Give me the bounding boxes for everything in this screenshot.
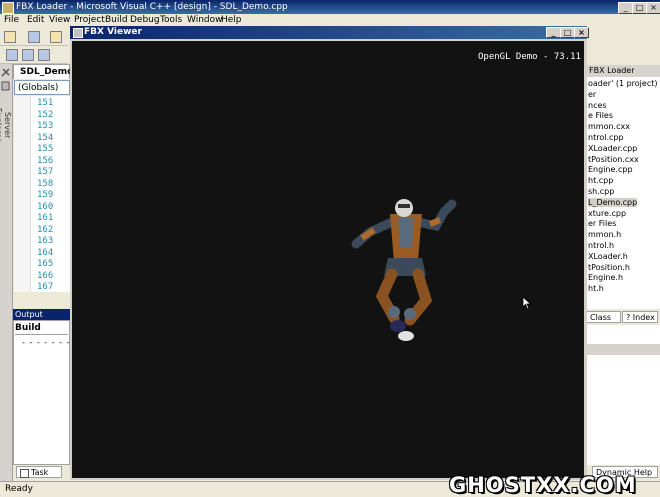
solution-tree-item[interactable]: L_Demo.cpp bbox=[588, 197, 638, 207]
solution-tree-item[interactable]: nces bbox=[588, 101, 607, 110]
scope-dropdown[interactable]: (Globals) bbox=[14, 80, 70, 95]
open-folder-icon[interactable] bbox=[50, 31, 62, 43]
solution-tree-item[interactable]: ht.h bbox=[588, 284, 604, 293]
opengl-viewport[interactable] bbox=[72, 41, 584, 478]
viewer-title: FBX Viewer bbox=[84, 27, 142, 37]
solution-tree-item[interactable]: er Files bbox=[588, 219, 616, 228]
line-number: 155 bbox=[37, 144, 54, 154]
solution-tree-item[interactable]: oader' (1 project) bbox=[588, 79, 657, 88]
add-item-icon[interactable] bbox=[28, 31, 40, 43]
solution-tree-item[interactable]: tPosition.h bbox=[588, 263, 630, 272]
menu-debug[interactable]: Debug bbox=[130, 15, 160, 25]
outdent-icon[interactable] bbox=[22, 49, 34, 61]
line-number: 167 bbox=[37, 282, 54, 292]
menu-project[interactable]: Project bbox=[74, 15, 105, 25]
menu-edit[interactable]: Edit bbox=[27, 15, 44, 25]
viewer-title-bar[interactable]: FBX Viewer _ □ × bbox=[70, 26, 589, 39]
output-build-label: Build bbox=[15, 323, 41, 333]
line-number: 159 bbox=[37, 190, 54, 200]
menu-build[interactable]: Build bbox=[105, 15, 128, 25]
task-list-tab[interactable]: Task List bbox=[16, 466, 62, 489]
line-number: 162 bbox=[37, 224, 54, 235]
menu-window[interactable]: Window bbox=[187, 15, 223, 25]
watermark-text: GHOSTXX.COM bbox=[449, 473, 637, 497]
app-icon bbox=[2, 2, 14, 14]
text-editor-toolbar bbox=[0, 46, 68, 64]
line-number: 163 bbox=[37, 236, 54, 246]
index-tab-label: Index bbox=[632, 313, 655, 322]
class-view-tab[interactable]: Class ... bbox=[586, 311, 621, 334]
minimize-icon[interactable]: _ bbox=[618, 2, 633, 14]
line-number: 165 bbox=[37, 259, 54, 269]
task-list-icon bbox=[20, 469, 29, 478]
solution-tree-item[interactable]: tPosition.cxx bbox=[588, 155, 639, 164]
line-number: 151 bbox=[37, 98, 54, 108]
line-number: 154 bbox=[37, 132, 54, 143]
menu-tools[interactable]: Tools bbox=[160, 15, 182, 25]
viewer-maximize-icon[interactable]: □ bbox=[560, 27, 575, 38]
document-tab[interactable]: SDL_Demo.c bbox=[13, 64, 82, 79]
editor-gutter bbox=[14, 96, 31, 292]
solution-tree-item[interactable]: Engine.cpp bbox=[588, 165, 633, 174]
line-number: 156 bbox=[37, 155, 54, 166]
solution-tree-item[interactable]: e Files bbox=[588, 111, 613, 120]
solution-tree-item[interactable]: er bbox=[588, 90, 596, 99]
status-text: Ready bbox=[5, 484, 33, 494]
server-icon[interactable] bbox=[1, 81, 11, 91]
solution-tree-item[interactable]: mmon.cxx bbox=[588, 122, 630, 131]
index-tab[interactable]: ? Index bbox=[622, 311, 658, 323]
solution-tree-item[interactable]: XLoader.cpp bbox=[588, 144, 637, 153]
main-title-bar[interactable]: FBX Loader - Microsoft Visual C++ [desig… bbox=[0, 0, 660, 14]
line-number: 166 bbox=[37, 270, 54, 281]
line-number: 157 bbox=[37, 167, 54, 177]
solution-tree-item[interactable]: xture.cpp bbox=[588, 209, 626, 218]
output-panel-header: Output bbox=[13, 309, 70, 320]
mouse-cursor-icon bbox=[522, 296, 532, 310]
line-number: 158 bbox=[37, 178, 54, 189]
standard-toolbar bbox=[0, 28, 68, 46]
main-window-title: FBX Loader - Microsoft Visual C++ [desig… bbox=[16, 2, 288, 12]
output-separator bbox=[15, 334, 68, 335]
line-number: 164 bbox=[37, 247, 54, 258]
viewer-close-icon[interactable]: × bbox=[574, 27, 589, 38]
server-explorer-tab[interactable]: Server Explorer bbox=[0, 95, 12, 155]
line-number: 161 bbox=[37, 213, 54, 223]
fps-readout: OpenGL Demo - 73.11 bbox=[478, 52, 581, 62]
line-number: 160 bbox=[37, 201, 54, 212]
line-number: 152 bbox=[37, 109, 54, 120]
solution-tree-item[interactable]: ntrol.cpp bbox=[588, 133, 624, 142]
menu-view[interactable]: View bbox=[49, 15, 70, 25]
new-project-icon[interactable] bbox=[4, 31, 16, 43]
solution-explorer-header: FBX Loader bbox=[586, 65, 660, 77]
line-number: 153 bbox=[37, 121, 54, 131]
solution-tree-item[interactable]: mmon.h bbox=[588, 230, 621, 239]
tools-icon[interactable] bbox=[1, 67, 11, 77]
solution-tree-item[interactable]: ntrol.h bbox=[588, 241, 614, 250]
menu-help[interactable]: Help bbox=[221, 15, 242, 25]
properties-header bbox=[586, 344, 660, 355]
robot-character-model bbox=[351, 199, 457, 341]
maximize-icon[interactable]: □ bbox=[632, 2, 647, 14]
close-icon[interactable]: × bbox=[646, 2, 660, 14]
comment-icon[interactable] bbox=[38, 49, 50, 61]
solution-tree-item[interactable]: Engine.h bbox=[588, 273, 623, 282]
solution-tree-item[interactable]: sh.cpp bbox=[588, 187, 614, 196]
viewer-app-icon bbox=[73, 28, 83, 38]
solution-tree-item[interactable]: ht.cpp bbox=[588, 176, 613, 185]
viewer-minimize-icon[interactable]: _ bbox=[546, 27, 561, 38]
menu-file[interactable]: File bbox=[4, 15, 19, 25]
solution-tree-item[interactable]: XLoader.h bbox=[588, 252, 628, 261]
help-icon: ? bbox=[626, 313, 633, 322]
indent-icon[interactable] bbox=[6, 49, 18, 61]
